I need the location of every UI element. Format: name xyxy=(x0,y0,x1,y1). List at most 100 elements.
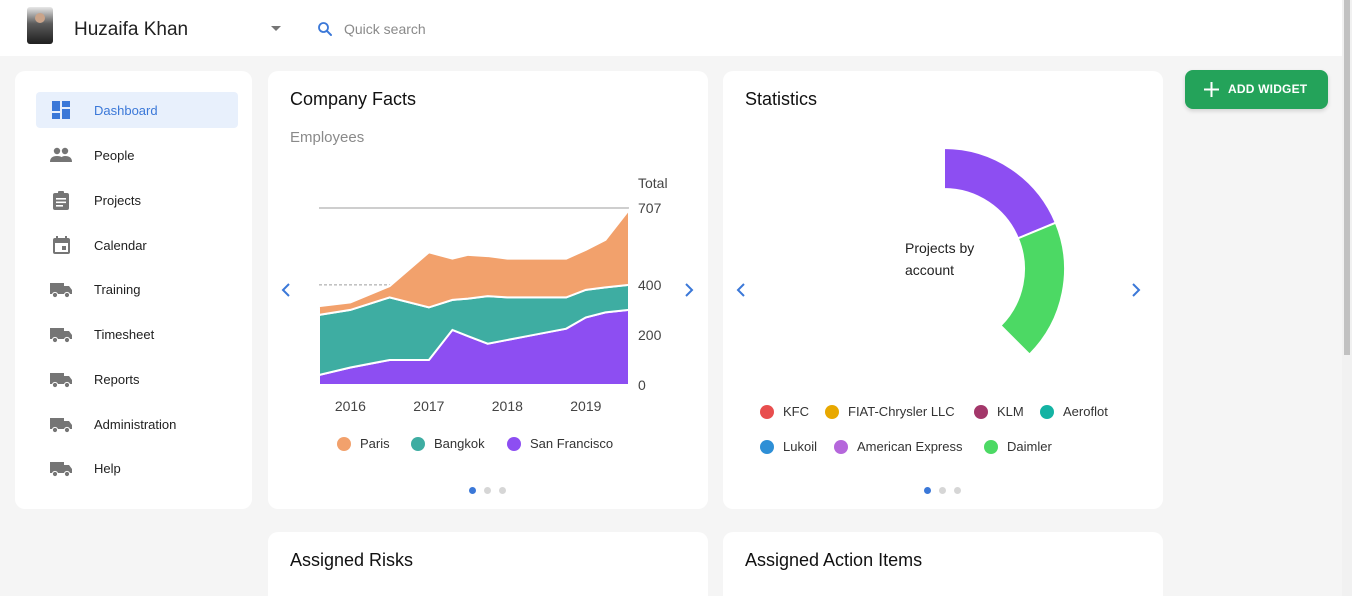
legend-item-bangkok[interactable]: Bangkok xyxy=(411,436,485,451)
legend-label: Bangkok xyxy=(434,436,485,451)
donut-center-label: Projects by account xyxy=(905,237,1015,281)
x-tick-label: 2019 xyxy=(570,398,601,414)
sidebar-item-label: Projects xyxy=(94,192,141,208)
legend-label: FIAT-Chrysler LLC xyxy=(848,404,955,419)
statistics-card: Statistics Projects by account KFC FIAT-… xyxy=(723,71,1163,509)
sidebar-item-label: Help xyxy=(94,460,121,476)
legend-item-aeroflot[interactable]: Aeroflot xyxy=(1040,404,1108,419)
scrollbar-thumb[interactable] xyxy=(1344,0,1350,355)
x-tick-label: 2018 xyxy=(492,398,523,414)
legend-swatch xyxy=(507,436,521,451)
sidebar-item-projects[interactable]: Projects xyxy=(36,182,238,218)
sidebar-item-label: People xyxy=(94,147,135,163)
y-tick-label: 400 xyxy=(638,277,662,293)
sidebar-item-label: Dashboard xyxy=(94,102,158,118)
search-icon[interactable] xyxy=(316,20,334,38)
add-widget-button[interactable]: ADD WIDGET xyxy=(1185,70,1328,109)
legend-item-lukoil[interactable]: Lukoil xyxy=(760,439,817,454)
legend-swatch xyxy=(411,436,425,451)
page-scrollbar[interactable] xyxy=(1342,0,1352,596)
y-tick-label: 0 xyxy=(638,377,646,393)
dashboard-icon xyxy=(50,100,72,120)
legend-swatch xyxy=(825,404,839,419)
legend-swatch xyxy=(974,404,988,419)
legend-swatch xyxy=(760,439,774,454)
donut-label-line: Projects by xyxy=(905,240,975,256)
assigned-risks-card: Assigned Risks xyxy=(268,532,708,596)
assigned-action-items-card: Assigned Action Items xyxy=(723,532,1163,596)
sidebar-item-help[interactable]: Help xyxy=(36,450,238,486)
carousel-dot[interactable] xyxy=(484,487,491,494)
legend-swatch xyxy=(337,436,351,451)
legend-label: KFC xyxy=(783,404,809,419)
top-bar: Huzaifa Khan xyxy=(0,0,1342,56)
sidebar-item-label: Training xyxy=(94,281,141,297)
user-menu-caret-icon[interactable] xyxy=(271,26,281,31)
legend-swatch xyxy=(834,439,848,454)
truck-icon xyxy=(50,458,72,478)
donut-label-line: account xyxy=(905,262,955,278)
carousel-dot[interactable] xyxy=(499,487,506,494)
sidebar-item-training[interactable]: Training xyxy=(36,271,238,307)
legend-item-daimler[interactable]: Daimler xyxy=(984,439,1052,454)
legend-swatch xyxy=(760,404,774,419)
sidebar-item-label: Timesheet xyxy=(94,326,155,342)
employees-area-chart: 0 200 400 707 2016 2017 2018 2019 Total xyxy=(318,175,668,414)
people-icon xyxy=(50,145,72,165)
legend-label: Aeroflot xyxy=(1063,404,1108,419)
legend-item-klm[interactable]: KLM xyxy=(974,404,1024,419)
carousel-dots xyxy=(469,487,506,494)
avatar[interactable] xyxy=(27,7,53,44)
carousel-dot[interactable] xyxy=(924,487,931,494)
x-tick-label: 2016 xyxy=(335,398,366,414)
sidebar-item-label: Reports xyxy=(94,371,140,387)
legend-swatch xyxy=(984,439,998,454)
carousel-dots xyxy=(924,487,961,494)
donut-slice-american-express[interactable] xyxy=(943,146,1058,240)
sidebar-item-label: Administration xyxy=(94,416,177,432)
add-widget-label: ADD WIDGET xyxy=(1228,82,1308,96)
legend-item-fiat-chrysler[interactable]: FIAT-Chrysler LLC xyxy=(825,404,955,419)
carousel-dot[interactable] xyxy=(469,487,476,494)
y-tick-label: 707 xyxy=(638,200,662,216)
legend-label: San Francisco xyxy=(530,436,614,451)
sidebar-item-reports[interactable]: Reports xyxy=(36,361,238,397)
sidebar-item-calendar[interactable]: Calendar xyxy=(36,227,238,263)
legend-item-paris[interactable]: Paris xyxy=(337,436,390,451)
sidebar-item-people[interactable]: People xyxy=(36,137,238,173)
projects-donut-chart xyxy=(943,146,1066,356)
legend-label: American Express xyxy=(857,439,963,454)
carousel-dot[interactable] xyxy=(939,487,946,494)
user-name[interactable]: Huzaifa Khan xyxy=(74,19,188,41)
truck-icon xyxy=(50,324,72,344)
quick-search xyxy=(316,17,576,41)
legend-item-san-francisco[interactable]: San Francisco xyxy=(507,436,613,451)
carousel-dot[interactable] xyxy=(954,487,961,494)
sidebar-item-timesheet[interactable]: Timesheet xyxy=(36,316,238,352)
legend-label: Lukoil xyxy=(783,439,817,454)
card-title: Company Facts xyxy=(290,89,417,109)
legend-item-american-express[interactable]: American Express xyxy=(834,439,962,454)
sidebar-item-administration[interactable]: Administration xyxy=(36,406,238,442)
legend-item-kfc[interactable]: KFC xyxy=(760,404,809,419)
company-facts-card: Company Facts Employees 0 200 400 707 2016 2… xyxy=(268,71,708,509)
calendar-icon xyxy=(50,235,72,255)
sidebar: Dashboard People Projects Calendar Train… xyxy=(15,71,252,509)
clipboard-icon xyxy=(50,190,72,210)
legend-label: KLM xyxy=(997,404,1024,419)
legend-label: Daimler xyxy=(1007,439,1052,454)
sidebar-item-dashboard[interactable]: Dashboard xyxy=(36,92,238,128)
truck-icon xyxy=(50,279,72,299)
legend-swatch xyxy=(1040,404,1054,419)
legend-label: Paris xyxy=(360,436,390,451)
plus-icon xyxy=(1204,82,1219,97)
sidebar-item-label: Calendar xyxy=(94,237,147,253)
y-axis-title: Total xyxy=(638,175,668,191)
y-tick-label: 200 xyxy=(638,327,662,343)
chart-subtitle: Employees xyxy=(290,129,365,146)
x-tick-label: 2017 xyxy=(413,398,444,414)
truck-icon xyxy=(50,369,72,389)
card-title: Assigned Action Items xyxy=(745,550,923,570)
card-title: Assigned Risks xyxy=(290,550,414,570)
search-input[interactable] xyxy=(344,21,564,37)
